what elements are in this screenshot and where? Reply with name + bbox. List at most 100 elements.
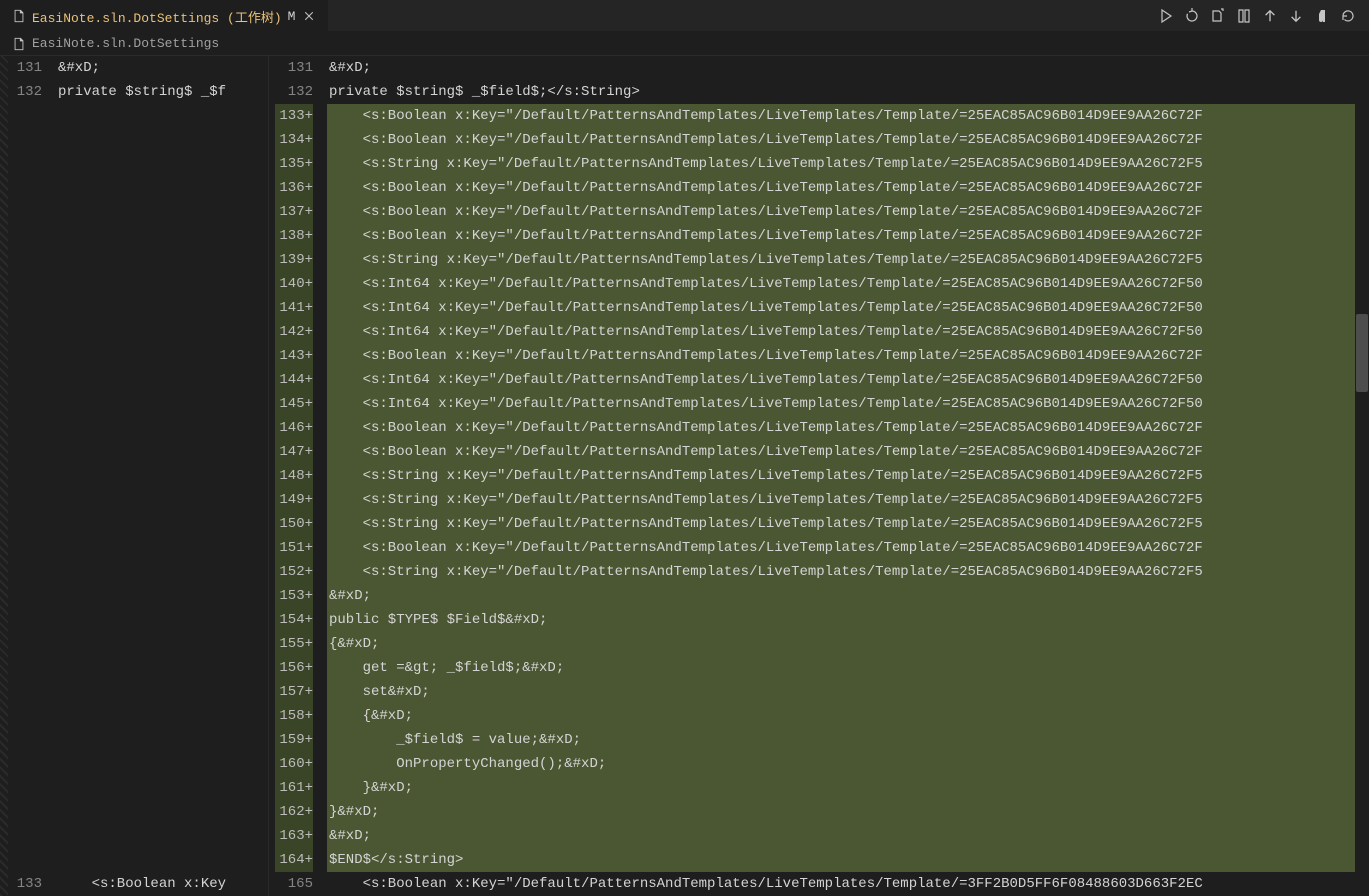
code-line[interactable] <box>56 464 268 488</box>
code-line[interactable]: <s:Int64 x:Key="/Default/PatternsAndTemp… <box>327 368 1369 392</box>
code-line[interactable]: $END$</s:String> <box>327 848 1369 872</box>
line-number: 153+ <box>275 584 313 608</box>
code-line[interactable]: }&#xD; <box>327 800 1369 824</box>
code-line[interactable]: &#xD; <box>56 56 268 80</box>
code-lines-left[interactable]: &#xD;private $string$ _$f <s:Boolean x:K… <box>56 56 268 896</box>
line-number <box>14 344 42 368</box>
code-line[interactable] <box>56 560 268 584</box>
code-line[interactable]: <s:String x:Key="/Default/PatternsAndTem… <box>327 464 1369 488</box>
code-line[interactable] <box>56 776 268 800</box>
code-line[interactable] <box>56 728 268 752</box>
code-line[interactable]: OnPropertyChanged();&#xD; <box>327 752 1369 776</box>
code-line[interactable] <box>56 320 268 344</box>
code-line[interactable]: {&#xD; <box>327 704 1369 728</box>
code-line[interactable]: <s:Boolean x:Key <box>56 872 268 896</box>
code-line[interactable]: set&#xD; <box>327 680 1369 704</box>
code-line[interactable] <box>56 416 268 440</box>
code-line[interactable] <box>56 608 268 632</box>
prev-change-icon[interactable] <box>1257 3 1283 29</box>
line-number <box>14 560 42 584</box>
code-line[interactable] <box>56 656 268 680</box>
code-line[interactable]: <s:String x:Key="/Default/PatternsAndTem… <box>327 152 1369 176</box>
code-line[interactable]: <s:Int64 x:Key="/Default/PatternsAndTemp… <box>327 272 1369 296</box>
code-line[interactable] <box>56 800 268 824</box>
code-line[interactable]: <s:Boolean x:Key="/Default/PatternsAndTe… <box>327 104 1369 128</box>
line-number: 136+ <box>275 176 313 200</box>
code-line[interactable] <box>56 344 268 368</box>
line-number <box>14 680 42 704</box>
code-line[interactable]: <s:Boolean x:Key="/Default/PatternsAndTe… <box>327 344 1369 368</box>
code-line[interactable] <box>56 824 268 848</box>
code-line[interactable]: <s:String x:Key="/Default/PatternsAndTem… <box>327 560 1369 584</box>
code-line[interactable] <box>56 392 268 416</box>
diff-original-pane[interactable]: 131132133 &#xD;private $string$ _$f <s:B… <box>0 56 269 896</box>
code-line[interactable]: {&#xD; <box>327 632 1369 656</box>
line-number <box>14 104 42 128</box>
code-line[interactable]: <s:Boolean x:Key="/Default/PatternsAndTe… <box>327 128 1369 152</box>
code-line[interactable]: <s:Boolean x:Key="/Default/PatternsAndTe… <box>327 176 1369 200</box>
code-line[interactable]: <s:String x:Key="/Default/PatternsAndTem… <box>327 512 1369 536</box>
code-line[interactable]: <s:Boolean x:Key="/Default/PatternsAndTe… <box>327 440 1369 464</box>
code-line[interactable]: <s:Boolean x:Key="/Default/PatternsAndTe… <box>327 536 1369 560</box>
code-line[interactable] <box>56 248 268 272</box>
code-line[interactable]: private $string$ _$f <box>56 80 268 104</box>
tab-modified-badge: M <box>288 9 296 24</box>
code-line[interactable] <box>56 296 268 320</box>
code-line[interactable] <box>56 176 268 200</box>
line-number: 134+ <box>275 128 313 152</box>
code-line[interactable]: get =&gt; _$field$;&#xD; <box>327 656 1369 680</box>
code-line[interactable]: &#xD; <box>327 824 1369 848</box>
code-line[interactable]: <s:Boolean x:Key="/Default/PatternsAndTe… <box>327 416 1369 440</box>
tab-file[interactable]: EasiNote.sln.DotSettings (工作树) M <box>0 0 328 32</box>
code-line[interactable]: <s:Int64 x:Key="/Default/PatternsAndTemp… <box>327 392 1369 416</box>
refresh-icon[interactable] <box>1335 3 1361 29</box>
code-line[interactable]: &#xD; <box>327 56 1369 80</box>
code-line[interactable] <box>56 632 268 656</box>
next-change-icon[interactable] <box>1283 3 1309 29</box>
code-line[interactable] <box>56 440 268 464</box>
code-line[interactable]: _$field$ = value;&#xD; <box>327 728 1369 752</box>
code-line[interactable] <box>56 368 268 392</box>
line-number <box>14 584 42 608</box>
breadcrumb-label[interactable]: EasiNote.sln.DotSettings <box>32 36 219 51</box>
line-number <box>14 488 42 512</box>
open-file-icon[interactable] <box>1205 3 1231 29</box>
code-line[interactable] <box>56 152 268 176</box>
close-icon[interactable] <box>301 8 317 24</box>
code-line[interactable]: <s:Int64 x:Key="/Default/PatternsAndTemp… <box>327 296 1369 320</box>
code-line[interactable] <box>56 680 268 704</box>
code-line[interactable]: <s:Boolean x:Key="/Default/PatternsAndTe… <box>327 872 1369 896</box>
line-number: 157+ <box>275 680 313 704</box>
code-line[interactable]: }&#xD; <box>327 776 1369 800</box>
vertical-scrollbar[interactable] <box>1355 56 1369 896</box>
revert-icon[interactable] <box>1179 3 1205 29</box>
code-line[interactable] <box>56 224 268 248</box>
code-line[interactable]: &#xD; <box>327 584 1369 608</box>
run-icon[interactable] <box>1153 3 1179 29</box>
code-line[interactable] <box>56 848 268 872</box>
scroll-thumb[interactable] <box>1356 314 1368 392</box>
code-line[interactable] <box>56 512 268 536</box>
code-line[interactable] <box>56 488 268 512</box>
code-line[interactable]: <s:String x:Key="/Default/PatternsAndTem… <box>327 488 1369 512</box>
code-line[interactable] <box>56 536 268 560</box>
code-line[interactable] <box>56 104 268 128</box>
code-line[interactable]: <s:String x:Key="/Default/PatternsAndTem… <box>327 248 1369 272</box>
code-line[interactable] <box>56 128 268 152</box>
line-number <box>14 176 42 200</box>
code-line[interactable] <box>56 704 268 728</box>
code-line[interactable] <box>56 584 268 608</box>
code-line[interactable] <box>56 752 268 776</box>
code-lines-right[interactable]: &#xD;private $string$ _$field$;</s:Strin… <box>327 56 1369 896</box>
code-line[interactable]: <s:Boolean x:Key="/Default/PatternsAndTe… <box>327 200 1369 224</box>
code-line[interactable]: public $TYPE$ $Field$&#xD; <box>327 608 1369 632</box>
whitespace-icon[interactable] <box>1309 3 1335 29</box>
code-line[interactable] <box>56 200 268 224</box>
diff-modified-pane[interactable]: 131132133+134+135+136+137+138+139+140+14… <box>269 56 1369 896</box>
code-line[interactable]: <s:Int64 x:Key="/Default/PatternsAndTemp… <box>327 320 1369 344</box>
line-number: 160+ <box>275 752 313 776</box>
code-line[interactable]: private $string$ _$field$;</s:String> <box>327 80 1369 104</box>
code-line[interactable]: <s:Boolean x:Key="/Default/PatternsAndTe… <box>327 224 1369 248</box>
compare-icon[interactable] <box>1231 3 1257 29</box>
code-line[interactable] <box>56 272 268 296</box>
